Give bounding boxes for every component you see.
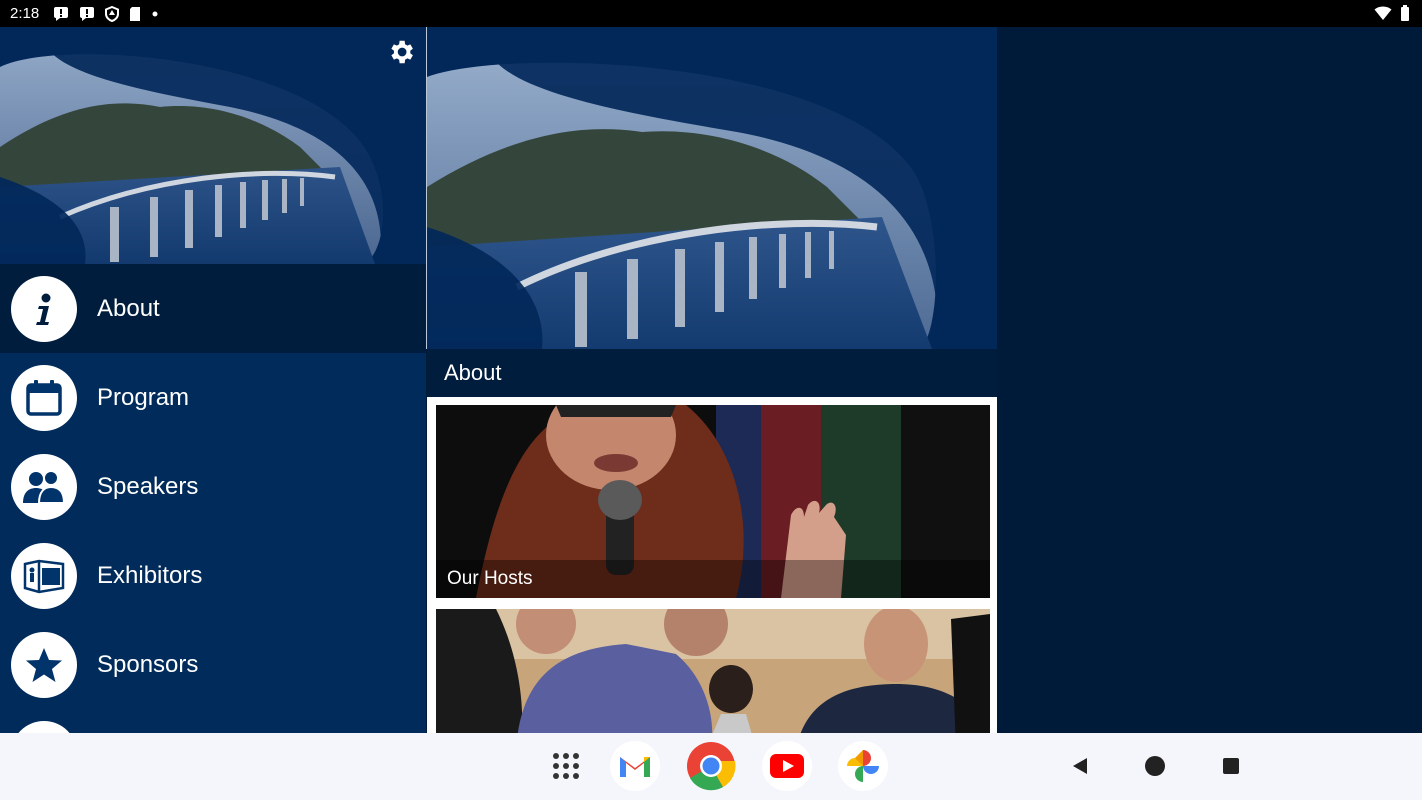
- back-button[interactable]: [1067, 753, 1093, 779]
- settings-gear-icon[interactable]: [386, 37, 416, 67]
- menu-item-icon: [11, 720, 77, 733]
- photos-icon[interactable]: [838, 741, 888, 791]
- sidebar-item-label: Program: [97, 383, 190, 411]
- sd-card-icon: [130, 6, 141, 21]
- shield-icon: [105, 5, 120, 22]
- sidebar-hero-image: [0, 27, 426, 264]
- sidebar-item-label: Speakers: [97, 472, 199, 500]
- gmail-icon[interactable]: [610, 741, 660, 791]
- sidebar-item-label: About: [97, 294, 160, 322]
- info-icon: [11, 275, 77, 342]
- sidebar-item-speakers[interactable]: Speakers: [0, 442, 426, 531]
- wifi-icon: [1374, 6, 1392, 20]
- youtube-icon[interactable]: [762, 741, 812, 791]
- app-drawer-icon[interactable]: [541, 741, 591, 791]
- star-icon: [11, 631, 77, 698]
- sidebar: About Program Speakers Exhibitors Sponso: [0, 27, 426, 733]
- card-caption: Our Hosts: [436, 560, 990, 598]
- main-content: About Our Hosts: [427, 27, 997, 733]
- people-icon: [11, 453, 77, 520]
- booth-icon: [11, 542, 77, 609]
- sidebar-item-about[interactable]: About: [0, 264, 426, 353]
- calendar-icon: [11, 364, 77, 431]
- empty-detail-pane: [997, 27, 1422, 733]
- conference-photo: [436, 609, 990, 733]
- notification-alert-icon: [54, 6, 69, 21]
- card-second[interactable]: [436, 609, 990, 733]
- status-time: 2:18: [10, 5, 40, 22]
- sidebar-item-program[interactable]: Program: [0, 353, 426, 442]
- home-button[interactable]: [1142, 753, 1168, 779]
- section-title: About: [427, 349, 997, 397]
- recents-button[interactable]: [1218, 753, 1244, 779]
- sidebar-item-exhibitors[interactable]: Exhibitors: [0, 531, 426, 620]
- battery-icon: [1401, 5, 1409, 21]
- notification-alert-icon-2: [80, 6, 95, 21]
- sidebar-item-more[interactable]: [0, 709, 426, 733]
- chrome-icon[interactable]: [686, 741, 736, 791]
- app-root: 2:18 About Program Speakers Exhibitors S…: [0, 0, 1422, 800]
- sidebar-item-label: Sponsors: [97, 650, 199, 678]
- sidebar-item-sponsors[interactable]: Sponsors: [0, 620, 426, 709]
- dot-icon: [152, 11, 158, 16]
- sidebar-item-label: Exhibitors: [97, 561, 203, 589]
- status-bar: 2:18: [0, 0, 1422, 27]
- taskbar: [0, 733, 1422, 800]
- main-hero-image: [427, 27, 997, 349]
- card-our-hosts[interactable]: Our Hosts: [436, 405, 990, 598]
